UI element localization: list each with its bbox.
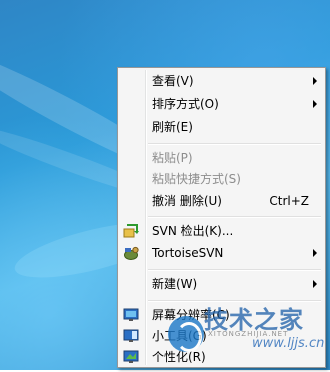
menu-item-svn-checkout[interactable]: SVN 检出(K)... — [120, 220, 323, 242]
menu-item-label: 刷新(E) — [152, 120, 193, 134]
menu-separator — [148, 216, 321, 218]
menu-item-label: 小工具(G) — [152, 329, 207, 343]
submenu-arrow-icon — [313, 100, 317, 108]
submenu-arrow-icon — [313, 280, 317, 288]
menu-item-shortcut: Ctrl+Z — [269, 194, 309, 208]
menu-item-view[interactable]: 查看(V) — [120, 70, 323, 92]
menu-item-sort-by[interactable]: 排序方式(O) — [120, 93, 323, 115]
menu-item-tortoisesvn[interactable]: TortoiseSVN — [120, 242, 323, 264]
menu-item-label: 粘贴快捷方式(S) — [152, 172, 241, 186]
menu-item-label: 粘贴(P) — [152, 151, 193, 165]
desktop-context-menu: 查看(V) 排序方式(O) 刷新(E) 粘贴(P) 粘贴快捷方式(S) 撤消 删… — [117, 67, 326, 368]
gadgets-icon — [123, 328, 139, 344]
menu-item-label: 排序方式(O) — [152, 97, 219, 111]
menu-item-personalize[interactable]: 个性化(R) — [120, 346, 323, 368]
screen-resolution-icon — [123, 307, 139, 323]
menu-item-undo-delete[interactable]: 撤消 删除(U) Ctrl+Z — [120, 190, 323, 212]
menu-item-refresh[interactable]: 刷新(E) — [120, 116, 323, 138]
menu-item-label: 撤消 删除(U) — [152, 194, 222, 208]
menu-item-screen-resolution[interactable]: 屏幕分辨率(C) — [120, 304, 323, 326]
menu-item-paste-shortcut: 粘贴快捷方式(S) — [120, 168, 323, 190]
menu-item-label: SVN 检出(K)... — [152, 224, 234, 238]
menu-separator — [148, 269, 321, 271]
menu-item-gadgets[interactable]: 小工具(G) — [120, 325, 323, 347]
personalize-icon — [123, 349, 139, 365]
tortoisesvn-icon — [123, 245, 139, 261]
menu-item-paste: 粘贴(P) — [120, 147, 323, 169]
menu-item-new[interactable]: 新建(W) — [120, 273, 323, 295]
menu-separator — [148, 143, 321, 145]
menu-item-label: 屏幕分辨率(C) — [152, 308, 230, 322]
menu-separator — [148, 300, 321, 302]
svn-checkout-icon — [123, 223, 139, 239]
menu-item-label: 个性化(R) — [152, 350, 206, 364]
menu-item-label: TortoiseSVN — [152, 246, 224, 260]
menu-item-label: 查看(V) — [152, 74, 194, 88]
menu-item-label: 新建(W) — [152, 277, 198, 291]
submenu-arrow-icon — [313, 77, 317, 85]
submenu-arrow-icon — [313, 249, 317, 257]
